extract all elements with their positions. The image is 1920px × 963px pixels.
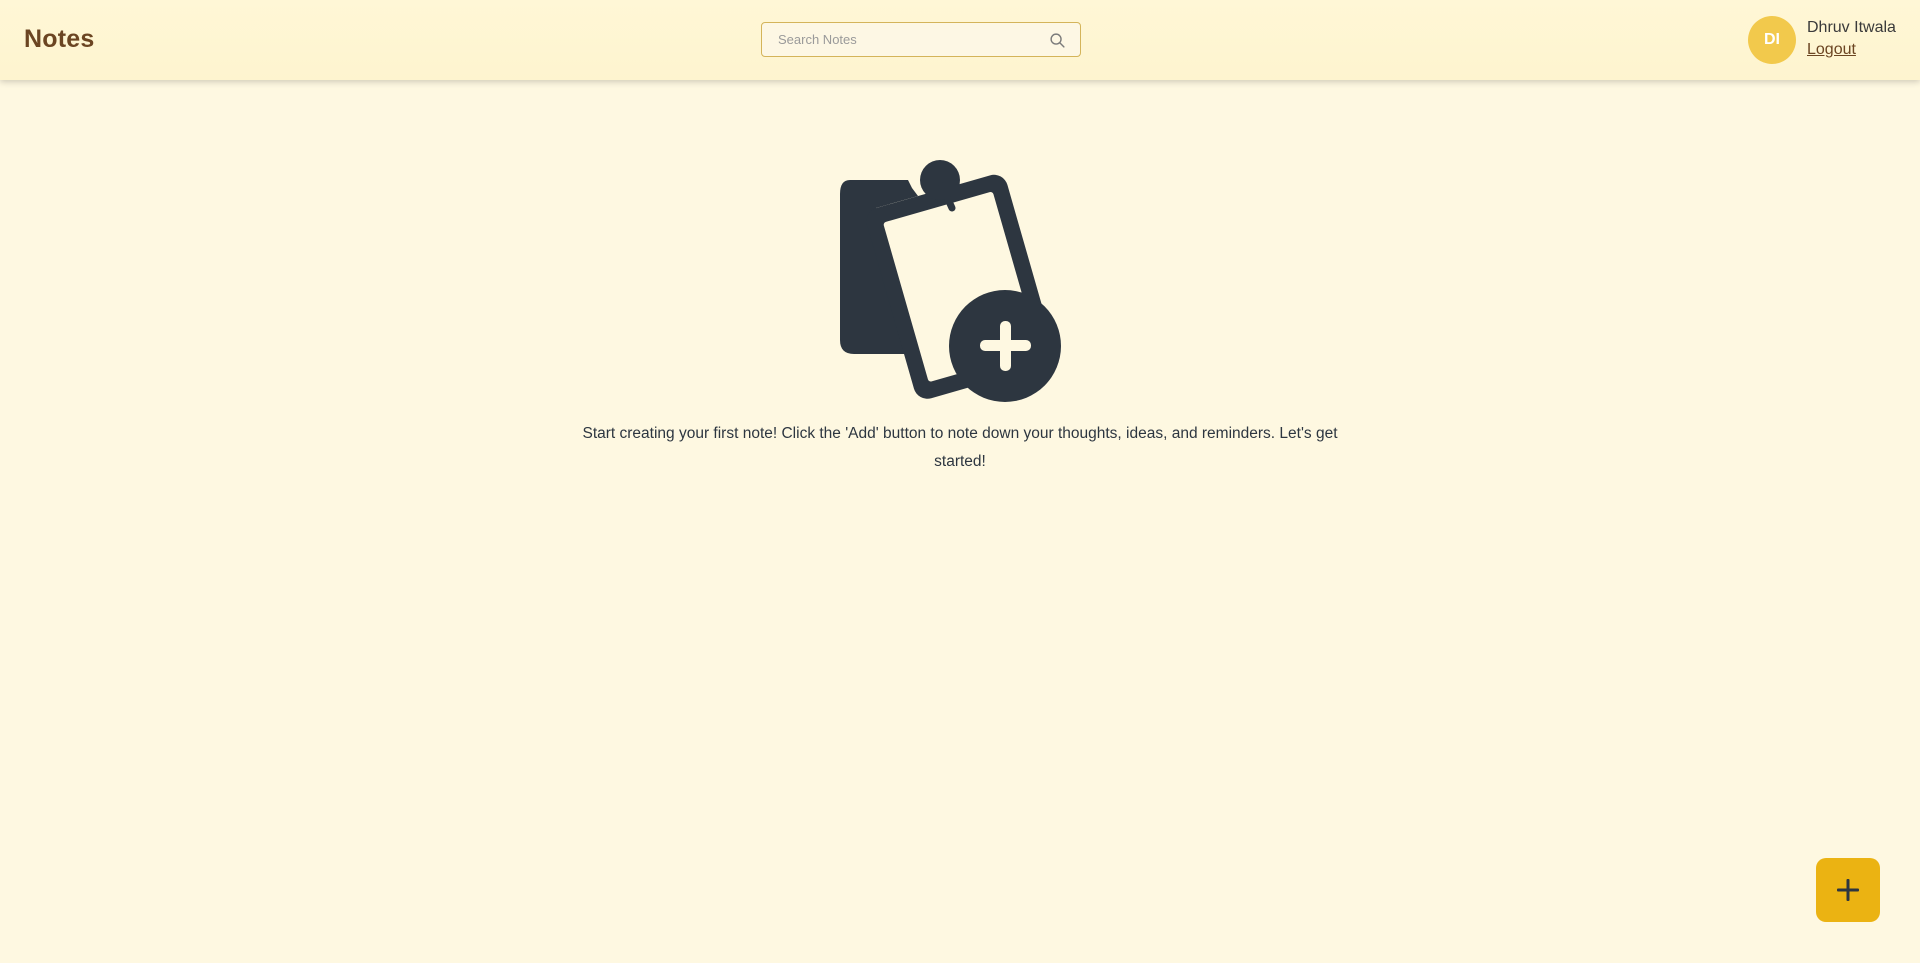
search-bar [761, 22, 1081, 57]
top-navbar: Notes DI Dhruv Itwala Logout [0, 0, 1920, 80]
search-input[interactable] [772, 23, 1032, 56]
user-avatar: DI [1748, 16, 1796, 64]
add-note-icon [840, 160, 1061, 402]
user-name: Dhruv Itwala [1807, 19, 1896, 36]
app-title: Notes [24, 25, 95, 53]
plus-icon [1837, 879, 1859, 901]
add-note-button[interactable] [1816, 858, 1880, 922]
logout-link[interactable]: Logout [1807, 41, 1856, 59]
empty-state-message: Start creating your first note! Click th… [582, 425, 1338, 470]
search-icon[interactable] [1049, 32, 1066, 49]
